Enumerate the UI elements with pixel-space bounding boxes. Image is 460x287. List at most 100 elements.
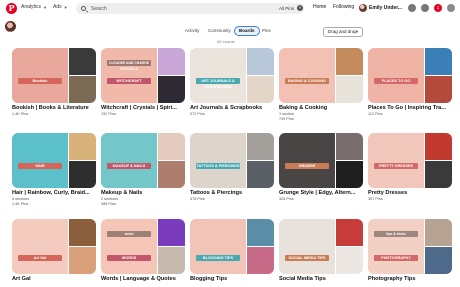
board-cover[interactable]: PLACES TO GO [368, 48, 452, 103]
board-cover-thumb-image [336, 133, 363, 160]
board-cover-banner: Bookish [18, 78, 62, 84]
board-title[interactable]: Photography Tips [368, 276, 458, 282]
board-cover-thumb-image [69, 219, 96, 246]
sort-dropdown-label: Drag and drop [328, 29, 357, 34]
board-cover-thumb-image [69, 76, 96, 103]
user-avatar[interactable] [359, 4, 367, 12]
messages-icon[interactable] [408, 4, 416, 12]
tab-pins[interactable]: Pins [262, 26, 271, 36]
board-cover[interactable]: TATTOOS & PIERCINGS [190, 133, 274, 188]
board-title[interactable]: Words | Language & Quotes [101, 276, 191, 282]
board-cover-thumb-image [247, 76, 274, 103]
board-cover-thumb-image [336, 48, 363, 75]
board-meta: 192 Pins [101, 112, 116, 116]
board-cover-thumb-image [336, 247, 363, 274]
board-title[interactable]: Art Journals & Scrapbooks [190, 105, 280, 111]
top-navigation-bar: P Analytics ▼ Ads ▼ Search All Pins ▼ × … [0, 0, 460, 18]
ads-menu-label: Ads [53, 4, 62, 10]
board-meta: 357 Pins [368, 197, 383, 201]
board-title[interactable]: Grunge Style | Edgy, Altern... [279, 190, 369, 196]
board-cover-thumb-image [425, 76, 452, 103]
board-meta: 375 Pins [190, 197, 205, 201]
board-cover-main-image [368, 219, 424, 274]
board-title[interactable]: Makeup & Nails [101, 190, 191, 196]
board-cover[interactable]: SOCIAL MEDIA TIPS [279, 219, 363, 274]
board-cover-main-image [368, 133, 424, 188]
board-cover-banner: PLACES TO GO [374, 78, 418, 84]
board-cover-main-image [101, 133, 157, 188]
search-filter-label: All Pins [279, 6, 295, 11]
board-cover-main-image [279, 133, 335, 188]
search-input[interactable]: Search [76, 3, 304, 14]
board-meta: 5 sections 1.4K Pins [12, 197, 30, 206]
analytics-menu-label: Analytics [21, 4, 42, 10]
board-title[interactable]: Bookish | Books & Literature [12, 105, 102, 111]
more-options-icon[interactable] [447, 4, 455, 12]
board-cover-banner: PHOTOGRAPHY [374, 255, 418, 261]
board-cover-banner: BAKING & COOKING [285, 78, 329, 84]
profile-avatar[interactable] [5, 21, 16, 32]
board-cover-thumb-image [425, 133, 452, 160]
board-cover-banner: HAIR [18, 163, 62, 169]
board-cover-banner-secondary: CLEANSE AND CHARGE CRYSTALS [107, 60, 151, 71]
board-title[interactable]: Hair | Rainbow, Curly, Braid... [12, 190, 102, 196]
chevron-down-icon: ▼ [355, 29, 359, 34]
board-meta: 326 Pins [279, 197, 294, 201]
board-cover[interactable]: PRETTY DRESSES [368, 133, 452, 188]
clear-search-icon[interactable]: × [297, 5, 303, 11]
sort-dropdown[interactable]: Drag and drop ▼ [323, 27, 363, 37]
notifications-icon[interactable] [421, 4, 429, 12]
board-title[interactable]: Witchcraft | Crystals | Spiri... [101, 105, 191, 111]
board-cover-main-image [279, 48, 335, 103]
board-title[interactable]: Art Gal [12, 276, 102, 282]
board-cover-thumb-image [425, 219, 452, 246]
board-cover[interactable]: ART JOURNALS & SCRAPBOOKS [190, 48, 274, 103]
board-cover-thumb-image [158, 48, 185, 75]
board-cover[interactable]: MAKEUP & NAILS [101, 133, 185, 188]
nav-home-link[interactable]: Home [313, 4, 326, 10]
board-cover-thumb-image [158, 133, 185, 160]
board-cover[interactable]: WITCHCRAFT CLEANSE AND CHARGE CRYSTALS [101, 48, 185, 103]
board-cover-main-image [190, 219, 246, 274]
board-meta: 572 Pins [190, 112, 205, 116]
board-cover-main-image [101, 48, 157, 103]
board-title[interactable]: Places To Go | Inspiring Tra... [368, 105, 458, 111]
analytics-menu[interactable]: Analytics ▼ [21, 4, 47, 10]
ads-menu[interactable]: Ads ▼ [53, 4, 68, 10]
board-cover-thumb-image [425, 161, 452, 188]
search-icon [81, 6, 86, 11]
board-title[interactable]: Pretty Dresses [368, 190, 458, 196]
board-cover-main-image [12, 219, 68, 274]
board-cover[interactable]: GRUNGE [279, 133, 363, 188]
tab-boards[interactable]: Boards [234, 26, 260, 36]
board-cover[interactable]: HAIR [12, 133, 96, 188]
board-cover-banner: ART JOURNALS & SCRAPBOOKS [196, 78, 240, 89]
user-name-link[interactable]: Emily Under... [369, 5, 402, 11]
board-title[interactable]: Baking & Cooking [279, 105, 369, 111]
board-cover-main-image [190, 133, 246, 188]
board-title[interactable]: Blogging Tips [190, 276, 280, 282]
tab-community[interactable]: Community [208, 26, 231, 36]
board-cover[interactable]: BLOGGING TIPS [190, 219, 274, 274]
board-cover[interactable]: Bookish [12, 48, 96, 103]
board-cover-banner: WORDS [107, 255, 151, 261]
board-cover[interactable]: BAKING & COOKING [279, 48, 363, 103]
board-meta: 1.4K Pins [12, 112, 29, 116]
board-cover-banner: MAKEUP & NAILS [107, 163, 151, 169]
board-cover-banner-secondary: weird [107, 231, 151, 237]
board-cover[interactable]: Art Gal [12, 219, 96, 274]
chevron-down-icon: ▼ [43, 4, 47, 10]
board-cover-thumb-image [158, 76, 185, 103]
pinterest-logo-icon[interactable]: P [6, 3, 17, 14]
nav-following-link[interactable]: Following [333, 4, 354, 10]
board-title[interactable]: Tattoos & Piercings [190, 190, 280, 196]
board-cover[interactable]: WORDS weird [101, 219, 185, 274]
board-title[interactable]: Social Media Tips [279, 276, 369, 282]
board-cover[interactable]: PHOTOGRAPHY tips & tricks [368, 219, 452, 274]
board-cover-main-image [368, 48, 424, 103]
tab-activity[interactable]: Activity [185, 26, 199, 36]
board-cover-thumb-image [247, 133, 274, 160]
board-count: 68 boards [217, 39, 235, 44]
notification-badge[interactable]: 1 [434, 4, 442, 12]
board-cover-thumb-image [247, 161, 274, 188]
